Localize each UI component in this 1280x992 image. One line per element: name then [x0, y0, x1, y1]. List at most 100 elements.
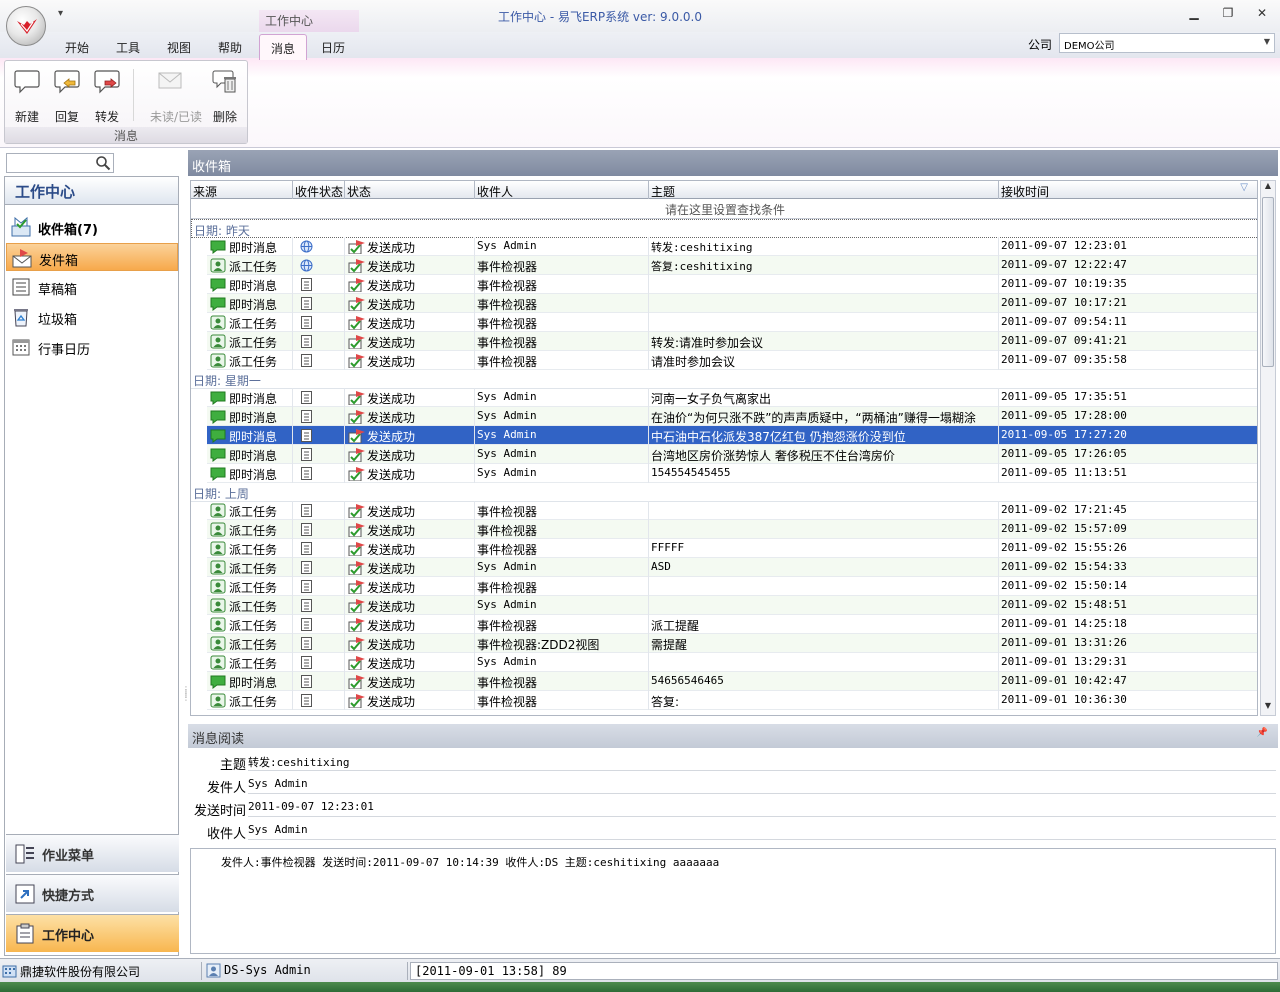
tab-help[interactable]: 帮助 [218, 39, 242, 56]
forward-button[interactable]: 转发 [87, 67, 127, 125]
receiver-cell: 事件检视器 [475, 275, 649, 294]
column-header-source[interactable]: 来源 [191, 181, 293, 199]
restore-button[interactable]: ❐ [1218, 6, 1238, 20]
column-header-receiver[interactable]: 收件人 [475, 181, 649, 199]
message-row[interactable]: 派工任务 发送成功 事件检视器 答复: 2011-09-01 10:36:30 [207, 691, 1257, 710]
nav-item-trash[interactable]: 垃圾箱 [6, 303, 178, 331]
message-row[interactable]: 派工任务 发送成功 事件检视器 答复:ceshitixing 2011-09-07 12… [207, 256, 1257, 275]
source-text: 派工任务 [229, 505, 278, 519]
app-orb-button[interactable] [6, 6, 46, 46]
company-select[interactable]: DEMO公司 ▼ [1059, 33, 1275, 53]
receiver-cell: 事件检视器 [475, 691, 649, 710]
column-header-subject[interactable]: 主题 [649, 181, 999, 199]
message-row[interactable]: 派工任务 发送成功 Sys Admin 2011-09-02 15:48:51 [207, 596, 1257, 615]
message-row[interactable]: 派工任务 发送成功 事件检视器 FFFFF 2011-09-02 15:55:26 [207, 539, 1257, 558]
nav-item-outbox[interactable]: 发件箱 [6, 243, 178, 271]
message-row[interactable]: 派工任务 发送成功 事件检视器 转发:请准时参加会议 2011-09-07 09:41:… [207, 332, 1257, 351]
status-cell: 发送成功 [345, 539, 475, 558]
column-header-status[interactable]: 状态 [345, 181, 475, 199]
column-header-received-time-label: 接收时间 [1001, 185, 1050, 199]
source-text: 派工任务 [229, 581, 278, 595]
message-row[interactable]: 派工任务 发送成功 事件检视器:ZDD2视图 需提醒 2011-09-01 13:31:… [207, 634, 1257, 653]
nav-item-inbox[interactable]: 收件箱(7) [6, 213, 178, 241]
column-header-receive-status[interactable]: 收件状态 [293, 181, 345, 199]
nav-panel: 工作中心 收件箱(7) 发件箱 草稿箱 垃圾箱 行事日历 作业菜单 快捷方式 工… [4, 176, 179, 956]
message-row[interactable]: 派工任务 发送成功 事件检视器 派工提醒 2011-09-01 14:25:18 [207, 615, 1257, 634]
column-header-received-time[interactable]: 接收时间 ▽ [999, 181, 1257, 199]
reply-button[interactable]: 回复 [47, 67, 87, 125]
receiver-field[interactable]: Sys Admin [248, 820, 1276, 840]
document-icon [301, 354, 312, 367]
received-time-cell: 2011-09-07 09:35:58 [999, 351, 1257, 370]
nav-section-workcenter[interactable]: 工作中心 [6, 914, 179, 952]
nav-search-input[interactable] [6, 153, 114, 173]
date-group-header[interactable]: 日期: 上周 [191, 483, 1257, 502]
unread-read-button[interactable]: 未读/已读 [150, 67, 202, 125]
pin-icon[interactable]: 📌 [1257, 728, 1268, 738]
splitter-grip[interactable]: ⋮ ⋮ ⋮ [182, 686, 190, 712]
message-row[interactable]: 派工任务 发送成功 Sys Admin 2011-09-01 13:29:31 [207, 653, 1257, 672]
source-cell: 即时消息 [207, 407, 293, 426]
message-row[interactable]: 派工任务 发送成功 Sys Admin ASD 2011-09-02 15:54:33 [207, 558, 1257, 577]
message-row[interactable]: 即时消息 发送成功 Sys Admin 154554545455 2011-09-05 … [207, 464, 1257, 483]
message-row[interactable]: 即时消息 发送成功 事件检视器 2011-09-07 10:19:35 [207, 275, 1257, 294]
scroll-thumb[interactable] [1262, 197, 1274, 367]
nav-section-shortcuts[interactable]: 快捷方式 [6, 874, 179, 912]
scroll-up-icon[interactable]: ▲ [1261, 181, 1275, 195]
message-body[interactable]: 发件人:事件检视器 发送时间:2011-09-07 10:14:39 收件人:D… [190, 848, 1276, 954]
receiver-cell: 事件检视器 [475, 615, 649, 634]
message-row[interactable]: 即时消息 发送成功 Sys Admin 中石油中石化派发387亿红包 仍抱怨涨价没到位… [207, 426, 1257, 445]
building-icon [2, 965, 17, 978]
status-cell: 发送成功 [345, 351, 475, 370]
message-row[interactable]: 即时消息 发送成功 事件检视器 2011-09-07 10:17:21 [207, 294, 1257, 313]
delete-button[interactable]: 删除 [205, 67, 245, 125]
subject-field[interactable]: 转发:ceshitixing [248, 751, 1276, 771]
new-button[interactable]: 新建 [7, 67, 47, 125]
date-group-header[interactable]: 日期: 星期一 [191, 370, 1257, 389]
company-label: 公司 [1028, 38, 1053, 52]
filter-row[interactable]: 请在这里设置查找条件 [191, 199, 1257, 219]
tab-message[interactable]: 消息 [259, 34, 307, 60]
message-row[interactable]: 派工任务 发送成功 事件检视器 2011-09-02 15:57:09 [207, 520, 1257, 539]
message-row[interactable]: 派工任务 发送成功 事件检视器 2011-09-02 15:50:14 [207, 577, 1257, 596]
receiver-cell: Sys Admin [475, 445, 649, 464]
subject-cell [649, 294, 999, 313]
message-row[interactable]: 即时消息 发送成功 Sys Admin 在油价“为何只涨不跌”的声声质疑中，“两桶油”… [207, 407, 1257, 426]
tab-view[interactable]: 视图 [167, 39, 191, 56]
subject-cell [649, 313, 999, 332]
status-cell: 发送成功 [345, 596, 475, 615]
date-group-header[interactable]: 日期: 昨天 [191, 219, 1257, 238]
nav-item-drafts[interactable]: 草稿箱 [6, 273, 178, 301]
message-row[interactable]: 即时消息 发送成功 Sys Admin 河南一女子负气离家出 2011-09-05 17… [207, 388, 1257, 407]
filter-icon[interactable]: ▽ [1240, 182, 1248, 193]
receiver-cell: Sys Admin [475, 558, 649, 577]
message-row[interactable]: 即时消息 发送成功 事件检视器 54656546465 2011-09-01 10:42… [207, 672, 1257, 691]
minimize-button[interactable]: ▁ [1184, 6, 1204, 20]
scroll-down-icon[interactable]: ▼ [1261, 701, 1275, 715]
calendar-icon [12, 339, 30, 356]
context-tab-label: 工作中心 [259, 10, 359, 34]
tab-calendar[interactable]: 日历 [321, 39, 345, 56]
nav-section-job-menu[interactable]: 作业菜单 [6, 834, 179, 872]
message-row[interactable]: 派工任务 发送成功 事件检视器 2011-09-02 17:21:45 [207, 501, 1257, 520]
message-row[interactable]: 即时消息 发送成功 Sys Admin 转发:ceshitixing 2011-09-0… [207, 237, 1257, 256]
grid-vertical-scrollbar[interactable]: ▲ ▼ [1260, 180, 1276, 716]
receiver-cell: Sys Admin [475, 388, 649, 407]
message-row[interactable]: 派工任务 发送成功 事件检视器 2011-09-07 09:54:11 [207, 313, 1257, 332]
received-time-cell: 2011-09-01 10:42:47 [999, 672, 1257, 691]
receiver-cell: 事件检视器 [475, 351, 649, 370]
received-time-cell: 2011-09-05 17:35:51 [999, 388, 1257, 407]
search-icon[interactable] [95, 155, 111, 171]
sent-time-field[interactable]: 2011-09-07 12:23:01 [248, 797, 1276, 817]
close-button[interactable]: ✕ [1252, 6, 1272, 20]
nav-item-calendar[interactable]: 行事日历 [6, 333, 178, 361]
subject-cell [649, 275, 999, 294]
received-time-cell: 2011-09-01 13:31:26 [999, 634, 1257, 653]
nav-item-calendar-label: 行事日历 [38, 343, 91, 358]
message-row[interactable]: 即时消息 发送成功 Sys Admin 台湾地区房价涨势惊人 奢侈税压不住台湾房价 20… [207, 445, 1257, 464]
sender-field[interactable]: Sys Admin [248, 774, 1276, 794]
os-taskbar [0, 982, 1280, 992]
tab-start[interactable]: 开始 [65, 39, 89, 56]
tab-tools[interactable]: 工具 [116, 39, 140, 56]
message-row[interactable]: 派工任务 发送成功 事件检视器 请准时参加会议 2011-09-07 09:35:58 [207, 351, 1257, 370]
